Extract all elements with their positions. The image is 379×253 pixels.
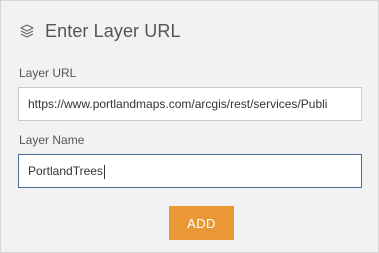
layer-url-value: https://www.portlandmaps.com/arcgis/rest… <box>28 97 328 111</box>
enter-layer-url-panel: Enter Layer URL Layer URL https://www.po… <box>0 0 379 253</box>
layer-name-input[interactable]: PortlandTrees <box>18 154 362 188</box>
layer-name-label: Layer Name <box>19 133 85 147</box>
layer-name-value: PortlandTrees <box>28 164 103 178</box>
panel-title: Enter Layer URL <box>45 20 181 41</box>
panel-header: Enter Layer URL <box>18 19 181 43</box>
text-caret <box>103 164 105 179</box>
add-button[interactable]: ADD <box>169 206 234 240</box>
layers-icon <box>18 22 36 40</box>
layer-url-input[interactable]: https://www.portlandmaps.com/arcgis/rest… <box>18 87 362 121</box>
layer-url-label: Layer URL <box>19 66 77 80</box>
